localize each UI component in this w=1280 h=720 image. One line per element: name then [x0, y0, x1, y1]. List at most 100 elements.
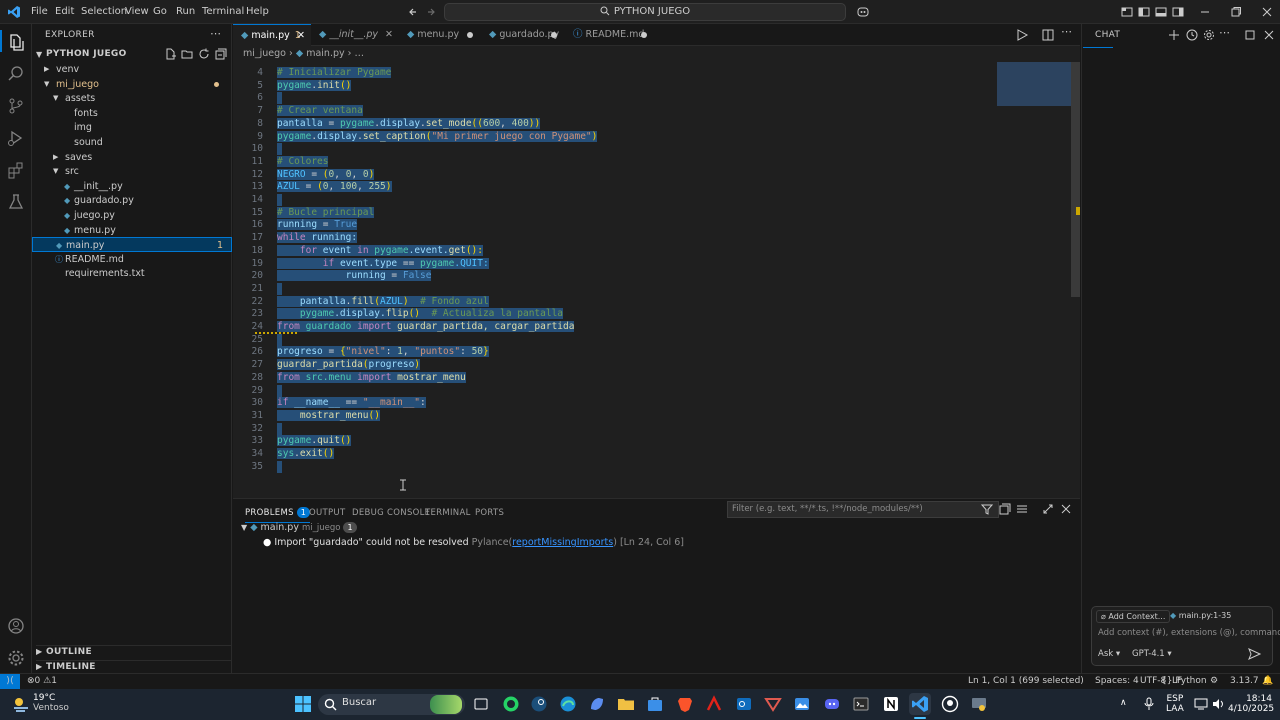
input-language[interactable]: ESP LAA — [1166, 694, 1184, 714]
tree-item[interactable]: ▼ src — [32, 164, 232, 179]
more-actions-icon[interactable]: ⋯ — [210, 27, 221, 40]
acrobat-icon[interactable] — [703, 693, 725, 715]
tree-item[interactable]: ◆ main.py 1 — [32, 237, 232, 253]
close-window-icon[interactable] — [1259, 4, 1275, 20]
outlook-icon[interactable] — [733, 693, 755, 715]
code-line[interactable]: # Inicializar Pygame — [277, 67, 392, 80]
code-line[interactable]: sys.exit() — [277, 448, 335, 461]
steam-icon[interactable] — [528, 693, 550, 715]
code-line[interactable] — [277, 460, 282, 474]
collapse-all-icon[interactable] — [215, 48, 227, 60]
breadcrumb-folder[interactable]: mi_juego — [243, 48, 286, 59]
source-control-icon[interactable] — [0, 90, 32, 122]
code-line[interactable]: pygame.display.flip() # Actualiza la pan… — [277, 308, 564, 321]
menu-item[interactable]: Edit — [51, 0, 78, 24]
store-icon[interactable] — [644, 693, 666, 715]
run-file-icon[interactable] — [1015, 28, 1029, 42]
tree-item[interactable]: ◆ __init__.py — [32, 179, 232, 194]
cursor-position[interactable]: Ln 1, Col 1 (699 selected) — [968, 674, 1084, 689]
code-line[interactable] — [277, 143, 282, 156]
problem-code-link[interactable]: reportMissingImports — [512, 537, 613, 548]
tree-item[interactable]: ▶ saves — [32, 150, 232, 165]
view-as-list-icon[interactable] — [1016, 503, 1028, 515]
language-mode[interactable]: {} Python — [1161, 674, 1207, 689]
panel-tab[interactable]: OUTPUT — [309, 503, 345, 523]
whatsapp-icon[interactable] — [500, 693, 522, 715]
unsaved-dot-icon[interactable] — [641, 32, 647, 38]
code-line[interactable]: guardar_partida(progreso) — [277, 359, 421, 372]
copilot-app-icon[interactable] — [586, 693, 608, 715]
python-version[interactable]: 3.13.7 — [1230, 674, 1259, 689]
menu-item[interactable]: View — [121, 0, 153, 24]
maximize-panel-icon[interactable] — [1042, 503, 1054, 515]
explorer-icon[interactable] — [0, 26, 32, 58]
weather-icon[interactable] — [10, 694, 32, 714]
unsaved-dot-icon[interactable] — [467, 32, 473, 38]
history-icon[interactable] — [1186, 29, 1198, 41]
editor-tab[interactable]: ◆ guardado.py — [481, 24, 565, 46]
tree-item[interactable]: ◆ menu.py — [32, 223, 232, 238]
microphone-icon[interactable] — [1143, 697, 1155, 711]
code-area[interactable]: 4 # Inicializar Pygame 5 pygame.init() 6 7 # C… — [233, 67, 993, 487]
add-context-button[interactable]: ⌀ Add Context... — [1096, 610, 1171, 623]
notion-icon[interactable] — [880, 693, 902, 715]
problem-row[interactable]: ● Import "guardado" could not be resolve… — [263, 536, 1063, 550]
menu-item[interactable]: File — [27, 0, 52, 24]
tree-item[interactable]: ⓘ README.md — [32, 252, 232, 267]
menu-item[interactable]: Help — [242, 0, 273, 24]
windows-start-icon[interactable] — [292, 693, 314, 715]
clock[interactable]: 18:14 4/10/2025 — [1228, 694, 1274, 714]
account-icon[interactable] — [0, 610, 32, 642]
code-line[interactable]: from src.menu import mostrar_menu — [277, 371, 466, 385]
code-line[interactable] — [277, 194, 282, 207]
code-line[interactable]: from guardado import guardar_partida, ca… — [277, 321, 575, 334]
code-line[interactable]: pygame.display.set_caption("Mi primer ju… — [277, 130, 598, 144]
code-line[interactable]: progreso = {"nivel": 1, "puntos": 50} — [277, 346, 489, 359]
discord-icon[interactable] — [821, 693, 843, 715]
volume-icon[interactable] — [1211, 697, 1225, 711]
code-line[interactable]: running = True — [277, 219, 358, 232]
chevron-up-icon[interactable]: ∧ — [1120, 698, 1127, 708]
new-file-icon[interactable] — [164, 48, 176, 60]
close-icon[interactable] — [1263, 29, 1275, 41]
toggle-panel-icon[interactable] — [1153, 4, 1169, 20]
run-debug-icon[interactable] — [0, 122, 32, 154]
refresh-icon[interactable] — [198, 48, 210, 60]
code-line[interactable]: while running: — [277, 232, 358, 245]
scrollbar-thumb[interactable] — [1071, 62, 1080, 297]
new-folder-icon[interactable] — [181, 48, 193, 60]
editor-tab[interactable]: ⓘ README.md — [565, 24, 655, 46]
mode-picker[interactable]: Ask ▾ — [1098, 649, 1120, 659]
problems-status[interactable]: ⊗0 ⚠1 — [27, 674, 57, 689]
problem-file-row[interactable]: ▼ ◆ main.py mi_juego 1 — [241, 521, 1071, 535]
context-chip[interactable]: ◆ main.py:1-35 — [1170, 610, 1231, 623]
weather-widget[interactable]: 19°C Ventoso — [33, 693, 69, 713]
command-center-search[interactable]: PYTHON JUEGO — [444, 3, 846, 21]
taskbar-search[interactable]: Buscar — [318, 694, 465, 715]
photos-icon[interactable] — [791, 693, 813, 715]
toggle-secondary-sidebar-icon[interactable] — [1170, 4, 1186, 20]
tree-item[interactable]: img — [32, 120, 232, 135]
file-explorer-icon[interactable] — [615, 693, 637, 715]
tree-item[interactable]: requirements.txt — [32, 266, 232, 281]
outline-section[interactable]: ▶ OUTLINE — [36, 645, 232, 659]
panel-tab[interactable]: PROBLEMS 1 — [245, 503, 311, 523]
code-line[interactable] — [277, 92, 282, 105]
settings-gear-icon[interactable] — [0, 642, 32, 674]
close-tab-icon[interactable]: ✕ — [385, 24, 393, 46]
code-line[interactable] — [277, 333, 282, 347]
copilot-icon[interactable] — [855, 4, 871, 20]
project-header[interactable]: ▼ PYTHON JUEGO — [36, 47, 232, 62]
new-chat-icon[interactable] — [1168, 29, 1180, 41]
tree-item[interactable]: fonts — [32, 106, 232, 121]
editor-tab[interactable]: ◆ __init__.py ✕ — [311, 24, 399, 46]
close-tab-icon[interactable]: ✕ — [297, 25, 305, 47]
gear-icon[interactable] — [1203, 29, 1215, 41]
remote-icon[interactable]: ⟩⟨ — [0, 674, 20, 689]
menu-item[interactable]: Run — [172, 0, 199, 24]
task-view-icon[interactable] — [470, 693, 492, 715]
app-icon[interactable] — [968, 693, 990, 715]
split-editor-icon[interactable] — [1041, 28, 1055, 42]
menu-item[interactable]: Go — [149, 0, 171, 24]
tree-item[interactable]: ▼ assets — [32, 91, 232, 106]
